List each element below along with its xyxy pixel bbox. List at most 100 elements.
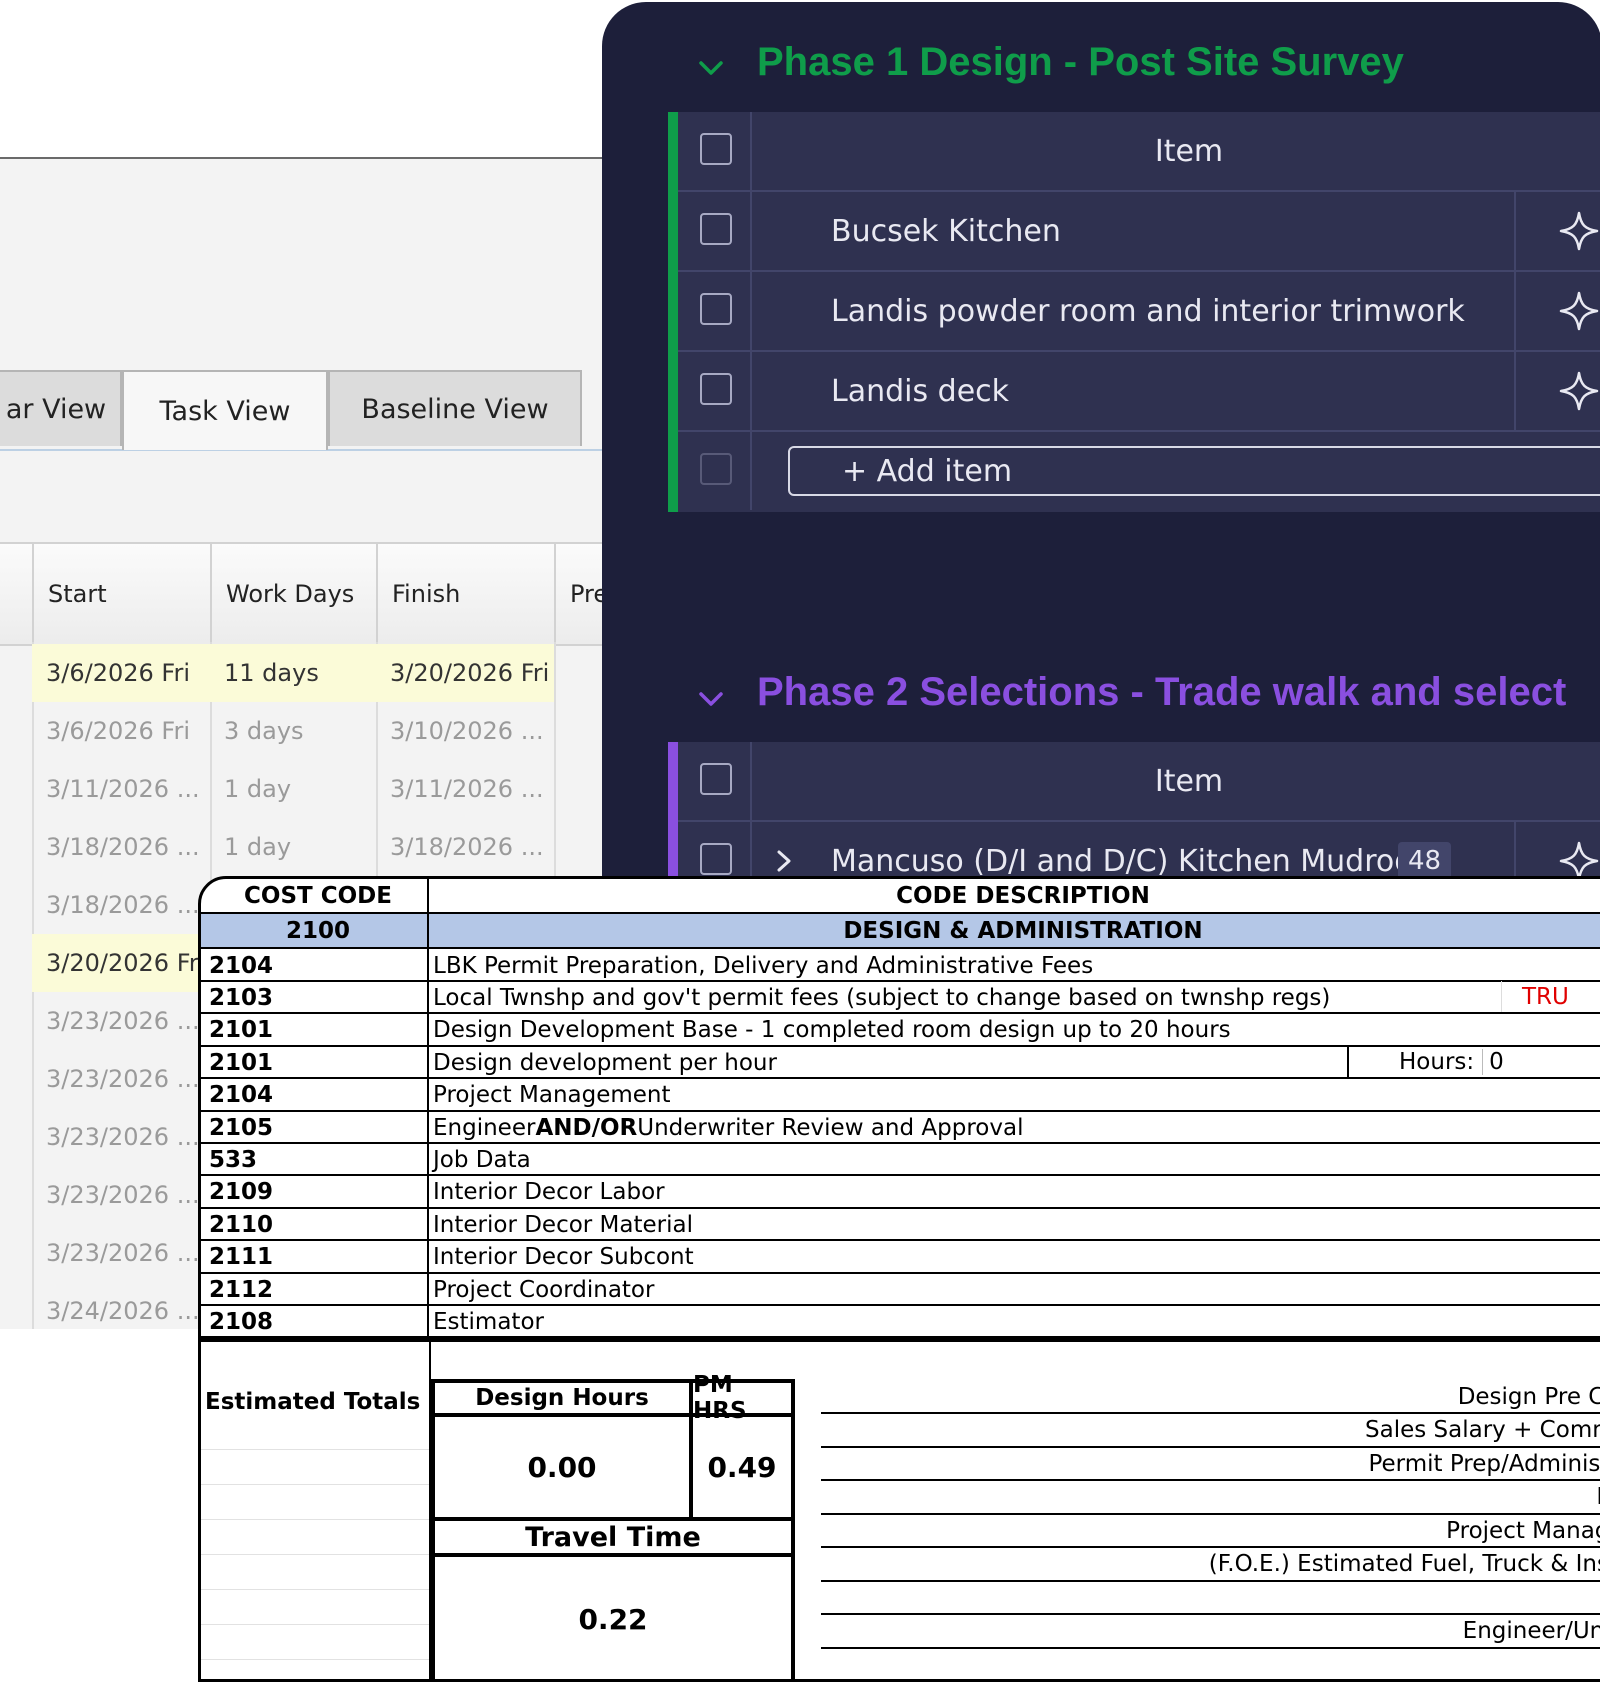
- item-name[interactable]: Bucsek Kitchen: [831, 192, 1061, 270]
- section-row: 2100 DESIGN & ADMINISTRATION: [201, 914, 1600, 949]
- description-cell: Engineer AND/OR Underwriter Review and A…: [433, 1111, 1023, 1144]
- column-finish[interactable]: Finish: [376, 544, 554, 644]
- cost-code-cell: 2104: [201, 949, 429, 982]
- item-name[interactable]: Landis deck: [831, 352, 1009, 430]
- summary-label: Engineer/Unde: [821, 1616, 1600, 1649]
- description-text: Engineer: [433, 1114, 536, 1141]
- table-row: 2108 Estimator: [201, 1305, 1600, 1339]
- list-item[interactable]: Landis powder room and interior trimwork: [678, 272, 1600, 352]
- row-checkbox[interactable]: [700, 213, 732, 245]
- finish-cell: 3/10/2026 ...: [390, 717, 544, 745]
- tab-task-view[interactable]: Task View: [122, 370, 328, 450]
- column-divider: [1514, 352, 1516, 430]
- summary-label-text: Permit Prep/Administra: [1368, 1450, 1600, 1477]
- table-row[interactable]: 3/11/2026 ... 1 day 3/11/2026 ...: [0, 760, 610, 818]
- list-item[interactable]: Bucsek Kitchen: [678, 192, 1600, 272]
- start-cell: 3/6/2026 Fri: [32, 644, 210, 702]
- tab-calendar-view[interactable]: ar View: [0, 370, 122, 446]
- table-row[interactable]: 3/18/2026 ... 1 day 3/18/2026 ...: [0, 818, 610, 876]
- table-row[interactable]: 3/6/2026 Fri 3 days 3/10/2026 ...: [0, 702, 610, 760]
- start-cell: 3/20/2026 Fri: [32, 934, 210, 992]
- table-row: 2111 Interior Decor Subcont: [201, 1240, 1600, 1274]
- table-row: 2112 Project Coordinator: [201, 1273, 1600, 1306]
- item-column-header[interactable]: Item: [750, 112, 1600, 190]
- group-header-row: Item: [678, 112, 1600, 192]
- work-days-cell: 3 days: [224, 717, 304, 745]
- column-divider: [750, 272, 752, 350]
- cost-code-cell: 2105: [201, 1111, 429, 1144]
- row-checkbox[interactable]: [700, 293, 732, 325]
- select-all-checkbox[interactable]: [700, 763, 732, 795]
- table-row[interactable]: 3/6/2026 Fri 11 days 3/20/2026 Fri: [0, 644, 610, 702]
- start-cell: 3/23/2026 ...: [46, 1239, 200, 1267]
- select-all-checkbox[interactable]: [700, 133, 732, 165]
- hours-cell: Hours: 0: [1347, 1046, 1600, 1078]
- summary-label-text: (F.O.E.) Estimated Fuel, Truck & Insur: [1208, 1551, 1600, 1577]
- cost-code-cell: 2109: [201, 1175, 429, 1209]
- group-title[interactable]: Phase 1 Design - Post Site Survey: [757, 40, 1404, 85]
- description-cell: Project Management: [433, 1082, 671, 1109]
- row-checkbox[interactable]: [700, 843, 732, 875]
- start-cell: 3/23/2026 ...: [46, 1123, 200, 1151]
- chevron-right-icon[interactable]: [773, 849, 795, 873]
- table-row: 2104 LBK Permit Preparation, Delivery and…: [201, 949, 1600, 982]
- grid-line: [201, 1589, 429, 1625]
- start-cell: 3/18/2026 ...: [46, 833, 200, 861]
- sparkle-icon[interactable]: [1558, 290, 1600, 332]
- description-cell: Interior Decor Material: [433, 1211, 693, 1238]
- description-emphasis: AND/OR: [535, 1114, 638, 1141]
- pm-hrs-label: PM HRS: [689, 1372, 795, 1424]
- description-text: Underwriter Review and Approval: [637, 1114, 1024, 1141]
- tab-baseline-view[interactable]: Baseline View: [328, 370, 582, 446]
- summary-label-text: Per: [1596, 1484, 1600, 1510]
- table-row: 2103 Local Twnshp and gov't permit fees (…: [201, 981, 1600, 1015]
- estimated-totals-label: Estimated Totals: [205, 1389, 421, 1415]
- row-checkbox[interactable]: [700, 373, 732, 405]
- cost-code-cell: 2108: [201, 1305, 429, 1339]
- grid-line: [201, 1414, 429, 1450]
- group-title[interactable]: Phase 2 Selections - Trade walk and sele…: [757, 670, 1566, 715]
- sparkle-icon[interactable]: [1558, 370, 1600, 412]
- description-cell: Interior Decor Subcont: [433, 1244, 694, 1271]
- column-divider: [1514, 272, 1516, 350]
- cost-code-cell: 2101: [201, 1013, 429, 1047]
- section-code: 2100: [201, 914, 429, 947]
- column-work-days[interactable]: Work Days: [210, 544, 376, 644]
- sparkle-icon[interactable]: [1558, 210, 1600, 252]
- cost-code-cell: 2101: [201, 1046, 429, 1080]
- summary-label-text: Project Manager: [1446, 1517, 1600, 1544]
- item-column-header[interactable]: Item: [750, 742, 1600, 820]
- description-cell: Design Development Base - 1 completed ro…: [433, 1017, 1231, 1044]
- start-cell: 3/6/2026 Fri: [46, 717, 191, 745]
- summary-label: Per: [821, 1482, 1600, 1515]
- description-cell: Estimator: [433, 1308, 544, 1335]
- travel-time-label: Travel Time: [431, 1517, 795, 1557]
- start-cell: 3/11/2026 ...: [46, 775, 200, 803]
- summary-label: Design Pre Con: [821, 1381, 1600, 1414]
- summary-label-text: Sales Salary + Commis: [1365, 1417, 1600, 1443]
- finish-cell: 3/11/2026 ...: [390, 775, 544, 803]
- item-name[interactable]: Landis powder room and interior trimwork: [831, 272, 1465, 350]
- column-start[interactable]: Start: [32, 544, 210, 644]
- status-flag: TRU: [1501, 981, 1569, 1013]
- start-cell: 3/23/2026 ...: [46, 1065, 200, 1093]
- chevron-down-icon[interactable]: [698, 686, 724, 712]
- section-divider: [201, 1338, 1600, 1342]
- chevron-down-icon[interactable]: [698, 55, 724, 81]
- add-item-input[interactable]: + Add item: [788, 446, 1600, 496]
- hours-label: Hours:: [1399, 1048, 1475, 1075]
- cost-code-cell: 533: [201, 1143, 429, 1177]
- finish-cell: 3/18/2026 ...: [390, 833, 544, 861]
- list-item[interactable]: Landis deck: [678, 352, 1600, 432]
- cost-code-cell: 2112: [201, 1273, 429, 1306]
- table-row: 2101 Design Development Base - 1 complete…: [201, 1013, 1600, 1047]
- description-cell: LBK Permit Preparation, Delivery and Adm…: [433, 952, 1094, 979]
- cost-code-cell: 2103: [201, 981, 429, 1015]
- summary-label: (F.O.E.) Estimated Fuel, Truck & Insur: [821, 1549, 1600, 1582]
- table-row: 2110 Interior Decor Material: [201, 1208, 1600, 1242]
- row-checkbox: [700, 453, 732, 485]
- sheet-header-row: COST CODE CODE DESCRIPTION: [201, 879, 1600, 914]
- group-header-row: Item: [678, 742, 1600, 822]
- hours-value[interactable]: 0: [1482, 1048, 1504, 1075]
- subitem-count-badge: 48: [1398, 842, 1452, 880]
